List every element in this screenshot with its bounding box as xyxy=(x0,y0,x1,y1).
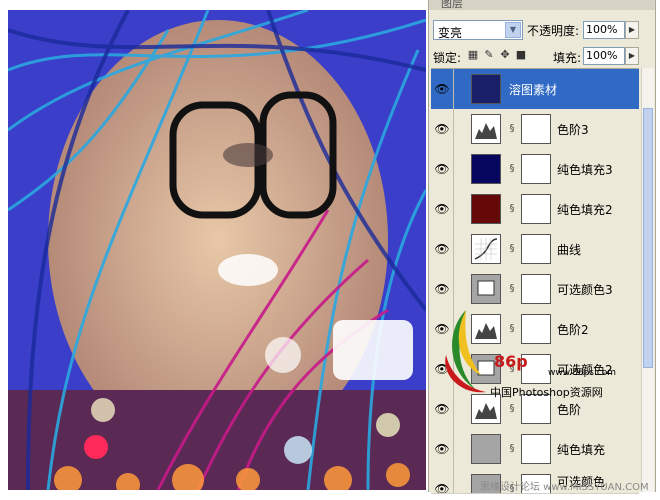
eye-icon[interactable]: 👁 xyxy=(434,481,450,493)
levels-adjustment-icon xyxy=(471,114,501,144)
watermark-cn-text: 中国Photoshop资源网 xyxy=(490,386,603,399)
layer-name: 色阶3 xyxy=(557,123,589,137)
divider xyxy=(453,189,454,229)
lock-row: 锁定: ▦ ✎ ✥ ■ 填充: 100% ▶ xyxy=(431,46,653,66)
curves-adjustment-icon xyxy=(471,234,501,264)
layer-row[interactable]: 👁 溶图素材 xyxy=(431,69,639,110)
layer-row[interactable]: 👁 § 曲线 xyxy=(431,229,639,270)
eye-icon[interactable]: 👁 xyxy=(434,241,450,257)
watermark-brand: 86p xyxy=(494,352,528,371)
link-icon: § xyxy=(509,123,515,134)
divider xyxy=(453,149,454,189)
divider xyxy=(453,469,454,493)
layer-mask-thumbnail xyxy=(521,114,551,144)
eye-icon[interactable]: 👁 xyxy=(434,441,450,457)
layer-name: 纯色填充 xyxy=(557,443,606,457)
panel-title: 图层 xyxy=(441,0,463,10)
watermark-url: www.86ps.com xyxy=(548,368,617,378)
opacity-label: 不透明度: xyxy=(527,24,580,38)
link-icon: § xyxy=(509,403,515,414)
chevron-down-icon[interactable]: ▼ xyxy=(505,22,521,38)
opacity-slider-button[interactable]: ▶ xyxy=(625,21,639,39)
eye-icon[interactable]: 👁 xyxy=(434,81,450,97)
link-icon: § xyxy=(509,203,515,214)
blend-mode-value: 变亮 xyxy=(438,26,463,40)
layer-mask-thumbnail xyxy=(521,194,551,224)
layer-row[interactable]: 👁 § 色阶3 xyxy=(431,109,639,150)
link-icon: § xyxy=(509,243,515,254)
lock-all-icon[interactable]: ■ xyxy=(515,49,527,61)
solid-fill-thumbnail xyxy=(471,194,501,224)
eye-icon[interactable]: 👁 xyxy=(434,161,450,177)
layer-row[interactable]: 👁 § 纯色填充2 xyxy=(431,189,639,230)
layer-name: 色阶2 xyxy=(557,323,589,337)
layer-name: 溶图素材 xyxy=(509,83,558,97)
layer-mask-thumbnail xyxy=(521,154,551,184)
layer-name: 色阶 xyxy=(557,403,582,417)
divider xyxy=(453,229,454,269)
lock-brush-icon[interactable]: ✎ xyxy=(483,49,495,61)
eye-icon[interactable]: 👁 xyxy=(434,401,450,417)
layer-name: 可选颜色3 xyxy=(557,283,613,297)
fill-slider-button[interactable]: ▶ xyxy=(625,47,639,65)
divider xyxy=(453,429,454,469)
eye-icon[interactable]: 👁 xyxy=(434,121,450,137)
panel-title-bar: 图层 xyxy=(429,0,655,10)
layer-mask-thumbnail xyxy=(521,234,551,264)
layer-name: 曲线 xyxy=(557,243,582,257)
layer-name: 纯色填充2 xyxy=(557,203,613,217)
layer-row[interactable]: 👁 § 纯色填充 xyxy=(431,429,639,470)
layers-scrollbar[interactable] xyxy=(641,68,654,492)
scrollbar-thumb[interactable] xyxy=(643,108,653,368)
opacity-input[interactable]: 100% xyxy=(583,21,625,39)
lock-label: 锁定: xyxy=(433,51,462,65)
solid-fill-thumbnail xyxy=(471,154,501,184)
divider xyxy=(453,69,454,109)
fill-input[interactable]: 100% xyxy=(583,47,625,65)
layer-mask-thumbnail xyxy=(521,434,551,464)
link-icon: § xyxy=(509,443,515,454)
layer-thumbnail xyxy=(471,74,501,104)
blend-mode-select[interactable]: 变亮 ▼ xyxy=(433,20,523,40)
layer-row[interactable]: 👁 § 纯色填充3 xyxy=(431,149,639,190)
lock-move-icon[interactable]: ✥ xyxy=(499,49,511,61)
eye-icon[interactable]: 👁 xyxy=(434,201,450,217)
fill-label: 填充: xyxy=(553,51,582,65)
layer-name: 纯色填充3 xyxy=(557,163,613,177)
layers-list: 👁 溶图素材 👁 § 色阶3 👁 § 纯色填充3 👁 § 纯色填充2 👁 § 曲… xyxy=(431,68,639,494)
eye-icon[interactable]: 👁 xyxy=(434,281,450,297)
blend-row: 变亮 ▼ 不透明度: 100% ▶ xyxy=(431,20,653,42)
solid-fill-thumbnail xyxy=(471,434,501,464)
link-icon: § xyxy=(509,163,515,174)
divider xyxy=(453,109,454,149)
screenshot-frame: 图层 变亮 ▼ 不透明度: 100% ▶ 锁定: ▦ ✎ ✥ ■ 填充: 100… xyxy=(0,0,660,500)
layers-panel: 图层 变亮 ▼ 不透明度: 100% ▶ 锁定: ▦ ✎ ✥ ■ 填充: 100… xyxy=(428,0,656,494)
lock-transparent-icon[interactable]: ▦ xyxy=(467,49,479,61)
canvas-photo[interactable] xyxy=(8,10,426,490)
link-icon: § xyxy=(509,283,515,294)
watermark-bottom: 思缘设计论坛 www.MISSYUAN.COM xyxy=(480,482,649,493)
photo-artwork xyxy=(8,10,426,490)
